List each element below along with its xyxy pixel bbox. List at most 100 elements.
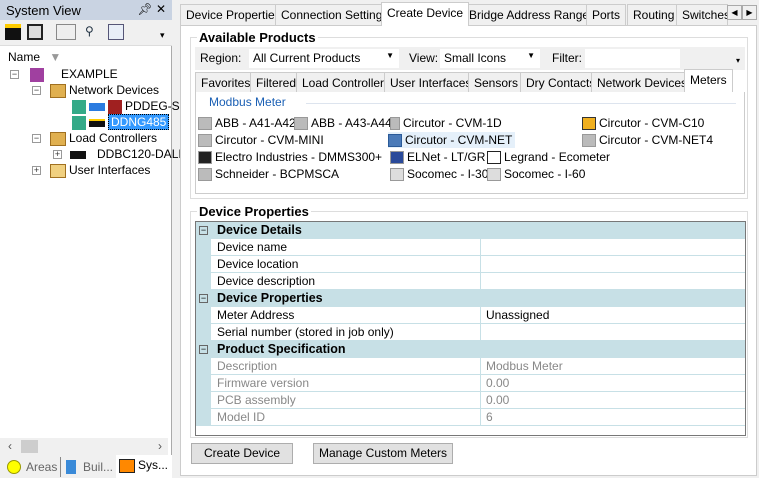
tab-device-properties[interactable]: Device Properties xyxy=(180,4,287,26)
product-label: ABB - A43-A44 xyxy=(311,116,392,130)
tree-item-load-controllers[interactable]: − Load Controllers xyxy=(32,130,157,146)
product-label: Circutor - CVM-1D xyxy=(403,116,502,130)
property-row: Model ID 6 xyxy=(196,409,745,426)
clock-icon xyxy=(108,99,122,114)
scroll-left-icon[interactable]: ‹ xyxy=(8,439,12,453)
category-tab-load-controllers[interactable]: Load Controllers xyxy=(296,72,397,93)
filter-input[interactable] xyxy=(585,49,680,68)
pin-icon[interactable]: 📌︎ xyxy=(137,2,152,16)
tree-item-ddng485[interactable]: DDNG485 xyxy=(72,114,170,130)
columns-dropdown-icon[interactable] xyxy=(56,24,76,40)
tab-routing[interactable]: Routing xyxy=(627,4,681,26)
property-value: 0.00 xyxy=(480,392,745,409)
tree-item-example[interactable]: − EXAMPLE xyxy=(10,66,118,82)
section-device-details[interactable]: − Device Details xyxy=(196,222,745,239)
collapse-icon[interactable]: − xyxy=(199,294,208,303)
product-item[interactable]: Circutor - CVM-MINI xyxy=(198,132,324,148)
tab-connection-settings[interactable]: Connection Settings xyxy=(275,4,395,26)
panel-title-bar: System View 📌︎ ✕ xyxy=(0,0,172,20)
product-item-selected[interactable]: Circutor - CVM-NET xyxy=(388,132,516,148)
overflow-chevron-icon[interactable]: ▾ xyxy=(160,30,176,46)
category-tab-sensors[interactable]: Sensors xyxy=(468,72,525,93)
expand-icon[interactable]: + xyxy=(53,150,62,159)
view-select[interactable]: Small Icons ▼ xyxy=(440,49,540,68)
find-binoculars-icon[interactable]: ⚲ xyxy=(85,24,101,40)
collapse-icon[interactable]: − xyxy=(199,226,208,235)
horizontal-scrollbar[interactable]: ‹ › xyxy=(0,438,168,455)
product-item[interactable]: Legrand - Ecometer xyxy=(487,149,610,165)
report-icon[interactable] xyxy=(108,24,124,40)
property-row[interactable]: Meter Address Unassigned xyxy=(196,307,745,324)
section-product-specification[interactable]: − Product Specification xyxy=(196,341,745,358)
product-item[interactable]: Circutor - CVM-C10 xyxy=(582,115,704,131)
chevron-down-icon: ▼ xyxy=(527,51,535,60)
tree-label: PDDEG-S xyxy=(125,99,180,113)
product-item[interactable]: Circutor - CVM-NET4 xyxy=(582,132,713,148)
collapse-icon[interactable]: − xyxy=(199,345,208,354)
property-row[interactable]: Serial number (stored in job only) xyxy=(196,324,745,341)
folder-icon xyxy=(50,83,66,98)
category-tab-meters[interactable]: Meters xyxy=(684,69,733,93)
property-value[interactable] xyxy=(480,256,745,273)
tab-scroll-left-icon[interactable]: ◀ xyxy=(727,5,742,20)
expand-icon[interactable]: + xyxy=(32,166,41,175)
product-item[interactable]: Schneider - BCPMSCA xyxy=(198,166,339,182)
product-item[interactable]: ABB - A41-A42 xyxy=(198,115,296,131)
property-value[interactable] xyxy=(480,273,745,290)
product-item[interactable]: Socomec - I-60 xyxy=(487,166,585,182)
section-device-properties[interactable]: − Device Properties xyxy=(196,290,745,307)
collapse-icon[interactable]: − xyxy=(10,70,19,79)
region-value: All Current Products xyxy=(253,51,361,65)
product-item[interactable]: Electro Industries - DMMS300+ xyxy=(198,149,382,165)
property-value[interactable]: Unassigned xyxy=(480,307,745,324)
tree-item-network-devices[interactable]: − Network Devices xyxy=(32,82,159,98)
product-item[interactable]: Socomec - I-30 xyxy=(390,166,488,182)
meter-icon xyxy=(198,168,212,182)
category-tab-filtered[interactable]: Filtered xyxy=(250,72,303,93)
property-row[interactable]: Device name xyxy=(196,239,745,256)
tab-system[interactable]: Sys... xyxy=(116,455,172,478)
product-label: Circutor - CVM-NET4 xyxy=(599,133,714,147)
overflow-chevron-icon[interactable]: ▾ xyxy=(736,56,740,65)
product-item[interactable]: Circutor - CVM-1D xyxy=(390,115,502,131)
tab-scroll-right-icon[interactable]: ▶ xyxy=(742,5,757,20)
product-item[interactable]: ELNet - LT/GR xyxy=(390,149,485,165)
tree-item-ddbc120[interactable]: + DDBC120-DALI xyxy=(53,146,182,162)
network-device-icon xyxy=(89,102,105,111)
add-device-icon[interactable] xyxy=(27,24,43,40)
tree-label: Network Devices xyxy=(69,83,160,97)
collapse-icon[interactable]: − xyxy=(32,86,41,95)
category-tab-user-interfaces[interactable]: User Interfaces xyxy=(384,72,478,93)
category-tab-dry-contacts[interactable]: Dry Contacts xyxy=(520,72,602,93)
property-value[interactable] xyxy=(480,324,745,341)
name-column-header[interactable]: Name ▼ xyxy=(0,48,168,66)
close-icon[interactable]: ✕ xyxy=(156,2,166,16)
tree-item-pddeg[interactable]: PDDEG-S xyxy=(72,98,180,114)
property-name: Description xyxy=(217,359,278,373)
property-value[interactable] xyxy=(480,239,745,256)
category-tab-favorites[interactable]: Favorites xyxy=(195,72,257,93)
scroll-right-icon[interactable]: › xyxy=(158,439,162,453)
add-area-icon[interactable] xyxy=(5,24,21,40)
product-item[interactable]: ABB - A43-A44 xyxy=(294,115,392,131)
product-label: Circutor - CVM-NET xyxy=(405,133,513,147)
create-device-button[interactable]: Create Device xyxy=(191,443,293,464)
tab-buildings[interactable]: Buil... xyxy=(60,457,113,477)
tab-create-device[interactable]: Create Device xyxy=(381,2,470,26)
tab-areas[interactable]: Areas xyxy=(4,457,57,477)
property-row[interactable]: Device description xyxy=(196,273,745,290)
property-row[interactable]: Device location xyxy=(196,256,745,273)
meter-icon xyxy=(582,117,596,131)
property-value: 6 xyxy=(480,409,745,426)
tab-switches[interactable]: Switches xyxy=(676,4,728,26)
view-label: View: xyxy=(409,51,439,65)
collapse-icon[interactable]: − xyxy=(32,134,41,143)
manage-custom-meters-button[interactable]: Manage Custom Meters xyxy=(313,443,453,464)
tree-item-user-interfaces[interactable]: + User Interfaces xyxy=(32,162,150,178)
region-select[interactable]: All Current Products ▼ xyxy=(249,49,399,68)
category-tab-network-devices[interactable]: Network Devices xyxy=(591,72,694,93)
tab-bridge-address-ranges[interactable]: Bridge Address Ranges xyxy=(463,4,602,26)
scroll-thumb[interactable] xyxy=(21,440,38,453)
tab-ports[interactable]: Ports xyxy=(586,4,627,26)
region-label: Region: xyxy=(200,51,242,65)
